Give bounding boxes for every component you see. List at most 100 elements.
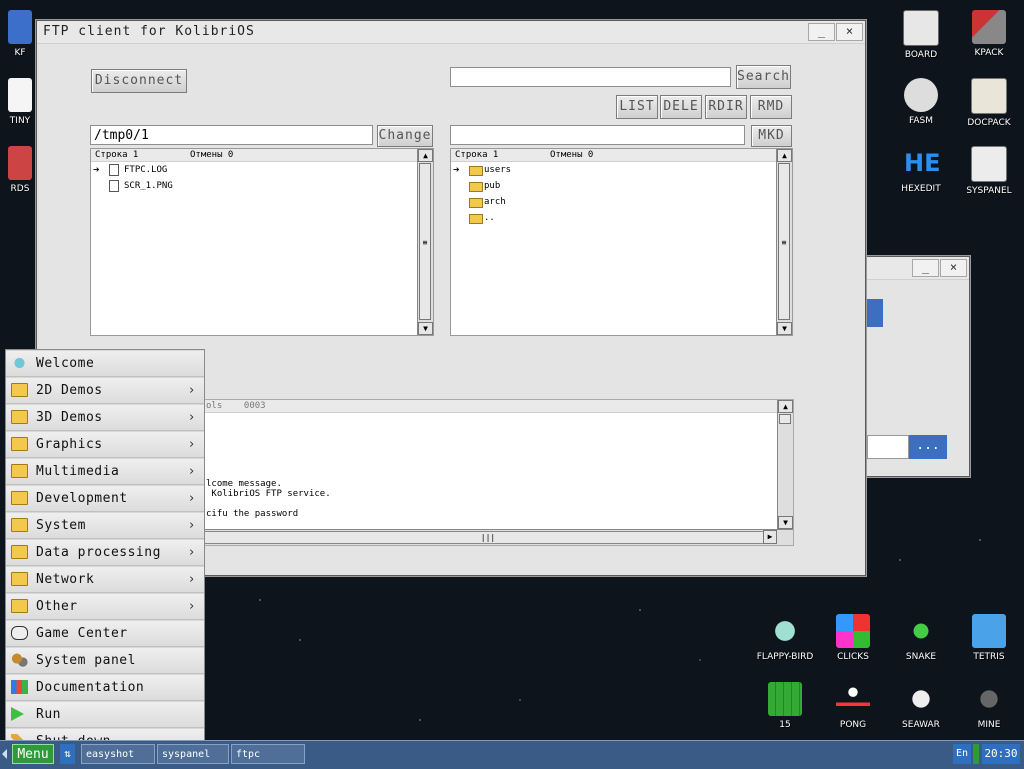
desktop-icon-mine[interactable]: MINE: [955, 682, 1023, 730]
taskbar-left-arrow-icon[interactable]: [2, 749, 7, 759]
log-horizontal-scrollbar[interactable]: ||| ▶: [202, 529, 793, 545]
remote-path-input[interactable]: [450, 125, 745, 145]
task-ftpc[interactable]: ftpc: [231, 744, 305, 764]
menu-item-run[interactable]: Run: [6, 702, 204, 728]
scroll-down-arrow[interactable]: ▼: [777, 322, 792, 335]
close-button[interactable]: ×: [940, 259, 967, 277]
scroll-thumb[interactable]: |||: [202, 531, 774, 544]
folder-icon: [469, 166, 483, 176]
scroll-thumb[interactable]: ≡: [778, 163, 790, 320]
browse-button[interactable]: ...: [909, 435, 947, 459]
scroll-thumb[interactable]: [779, 414, 791, 424]
log-text: lcome message. KolibriOS FTP service. cif…: [202, 413, 793, 539]
desktop-icon-snake[interactable]: SNAKE: [887, 614, 955, 662]
local-path-input[interactable]: /tmp0/1: [90, 125, 373, 145]
blue-button[interactable]: [865, 299, 883, 327]
menu-item-development[interactable]: Development ›: [6, 486, 204, 512]
menu-item-label: Documentation: [36, 680, 145, 695]
scroll-thumb[interactable]: ≡: [419, 163, 431, 320]
menu-item-documentation[interactable]: Documentation: [6, 675, 204, 701]
remote-file-panel[interactable]: Строка 1 Отмены 0 ➔ users pub arch .. ▲ ≡…: [450, 148, 793, 336]
desktop-icon-board[interactable]: BOARD: [887, 10, 955, 60]
scroll-up-arrow[interactable]: ▲: [777, 149, 792, 162]
desktop-icon-fasm[interactable]: FASM: [887, 78, 955, 126]
rdir-button[interactable]: RDIR: [705, 95, 747, 119]
activity-indicator: [973, 744, 979, 764]
fifteen-icon: [768, 682, 802, 716]
start-menu[interactable]: Welcome 2D Demos › 3D Demos › Graphics › Multim…: [5, 349, 205, 757]
task-easyshot[interactable]: easyshot: [81, 744, 155, 764]
desktop-icon-hexedit[interactable]: HE HEXEDIT: [887, 146, 955, 194]
clock[interactable]: 20:30: [982, 744, 1020, 764]
remote-scrollbar[interactable]: ▲ ≡ ▼: [776, 149, 792, 335]
folder-icon: [11, 599, 28, 613]
file-row[interactable]: ➔ FTPC.LOG: [91, 162, 433, 178]
chevron-right-icon: ›: [187, 572, 196, 587]
menu-item-welcome[interactable]: Welcome: [6, 351, 204, 377]
desktop-icon-clicks[interactable]: CLICKS: [819, 614, 887, 662]
menu-item-network[interactable]: Network ›: [6, 567, 204, 593]
rmd-button[interactable]: RMD: [750, 95, 792, 119]
chevron-right-icon: ›: [187, 410, 196, 425]
menu-button[interactable]: Menu: [12, 744, 54, 764]
desktop-icon-tetris[interactable]: TETRIS: [955, 614, 1023, 662]
folder-name: arch: [484, 197, 506, 207]
scroll-down-arrow[interactable]: ▼: [778, 516, 793, 529]
language-indicator[interactable]: En: [953, 744, 971, 764]
folder-icon: [11, 491, 28, 505]
input-field[interactable]: [867, 435, 909, 459]
desktop-icon-label: TINY: [9, 116, 31, 126]
desktop-icon-15[interactable]: 15: [751, 682, 819, 730]
menu-item-system-panel[interactable]: System panel: [6, 648, 204, 674]
log-vertical-scrollbar[interactable]: ▲ ▼: [777, 400, 793, 529]
folder-icon: [11, 464, 28, 478]
dele-button[interactable]: DELE: [660, 95, 702, 119]
local-scrollbar[interactable]: ▲ ≡ ▼: [417, 149, 433, 335]
menu-item-game-center[interactable]: Game Center: [6, 621, 204, 647]
desktop-icon-seawar[interactable]: SEAWAR: [887, 682, 955, 730]
list-button[interactable]: LIST: [616, 95, 658, 119]
desktop-icon-syspanel[interactable]: SYSPANEL: [955, 146, 1023, 196]
desktop-icon-flappy-bird[interactable]: FLAPPY-BIRD: [751, 614, 819, 662]
desktop-icon-kpack[interactable]: KPACK: [955, 10, 1023, 58]
chevron-right-icon: ›: [187, 599, 196, 614]
menu-item-3d-demos[interactable]: 3D Demos ›: [6, 405, 204, 431]
scroll-right-arrow[interactable]: ▶: [763, 530, 777, 544]
folder-row[interactable]: pub: [451, 178, 792, 194]
menu-item-graphics[interactable]: Graphics ›: [6, 432, 204, 458]
desktop-icon-label: PONG: [839, 720, 867, 730]
log-panel[interactable]: ols 0003 lcome message. KolibriOS FTP se…: [201, 399, 794, 546]
desktop-icon-pong[interactable]: PONG: [819, 682, 887, 730]
minimize-button[interactable]: _: [912, 259, 939, 277]
switch-windows-button[interactable]: ⇅: [60, 744, 75, 764]
taskbar: Menu ⇅ easyshot syspanel ftpc En 20:30: [0, 740, 1024, 769]
background-window[interactable]: _ × ...: [865, 256, 970, 477]
menu-item-label: 2D Demos: [36, 383, 103, 398]
task-syspanel[interactable]: syspanel: [157, 744, 229, 764]
folder-row[interactable]: arch: [451, 194, 792, 210]
mkd-button[interactable]: MKD: [751, 125, 792, 147]
folder-row[interactable]: ➔ users: [451, 162, 792, 178]
chevron-right-icon: ›: [187, 437, 196, 452]
desktop-icon-tiny[interactable]: TINY: [0, 78, 40, 126]
menu-item-system[interactable]: System ›: [6, 513, 204, 539]
close-button[interactable]: ×: [836, 23, 863, 41]
change-button[interactable]: Change: [377, 125, 433, 147]
scroll-up-arrow[interactable]: ▲: [778, 400, 793, 413]
menu-item-2d-demos[interactable]: 2D Demos ›: [6, 378, 204, 404]
local-file-panel[interactable]: Строка 1 Отмены 0 ➔ FTPC.LOG SCR_1.PNG ▲ …: [90, 148, 434, 336]
scroll-up-arrow[interactable]: ▲: [418, 149, 433, 162]
desktop-icon-rds[interactable]: RDS: [0, 146, 40, 194]
folder-row[interactable]: ..: [451, 210, 792, 226]
desktop-icon-kf[interactable]: KF: [0, 10, 40, 58]
search-input[interactable]: [450, 67, 731, 87]
search-button[interactable]: Search: [736, 65, 791, 89]
disconnect-button[interactable]: Disconnect: [91, 69, 187, 93]
file-row[interactable]: SCR_1.PNG: [91, 178, 433, 194]
menu-item-other[interactable]: Other ›: [6, 594, 204, 620]
desktop-icon-docpack[interactable]: DOCPACK: [955, 78, 1023, 128]
menu-item-data-processing[interactable]: Data processing ›: [6, 540, 204, 566]
menu-item-multimedia[interactable]: Multimedia ›: [6, 459, 204, 485]
scroll-down-arrow[interactable]: ▼: [418, 322, 433, 335]
minimize-button[interactable]: _: [808, 23, 835, 41]
